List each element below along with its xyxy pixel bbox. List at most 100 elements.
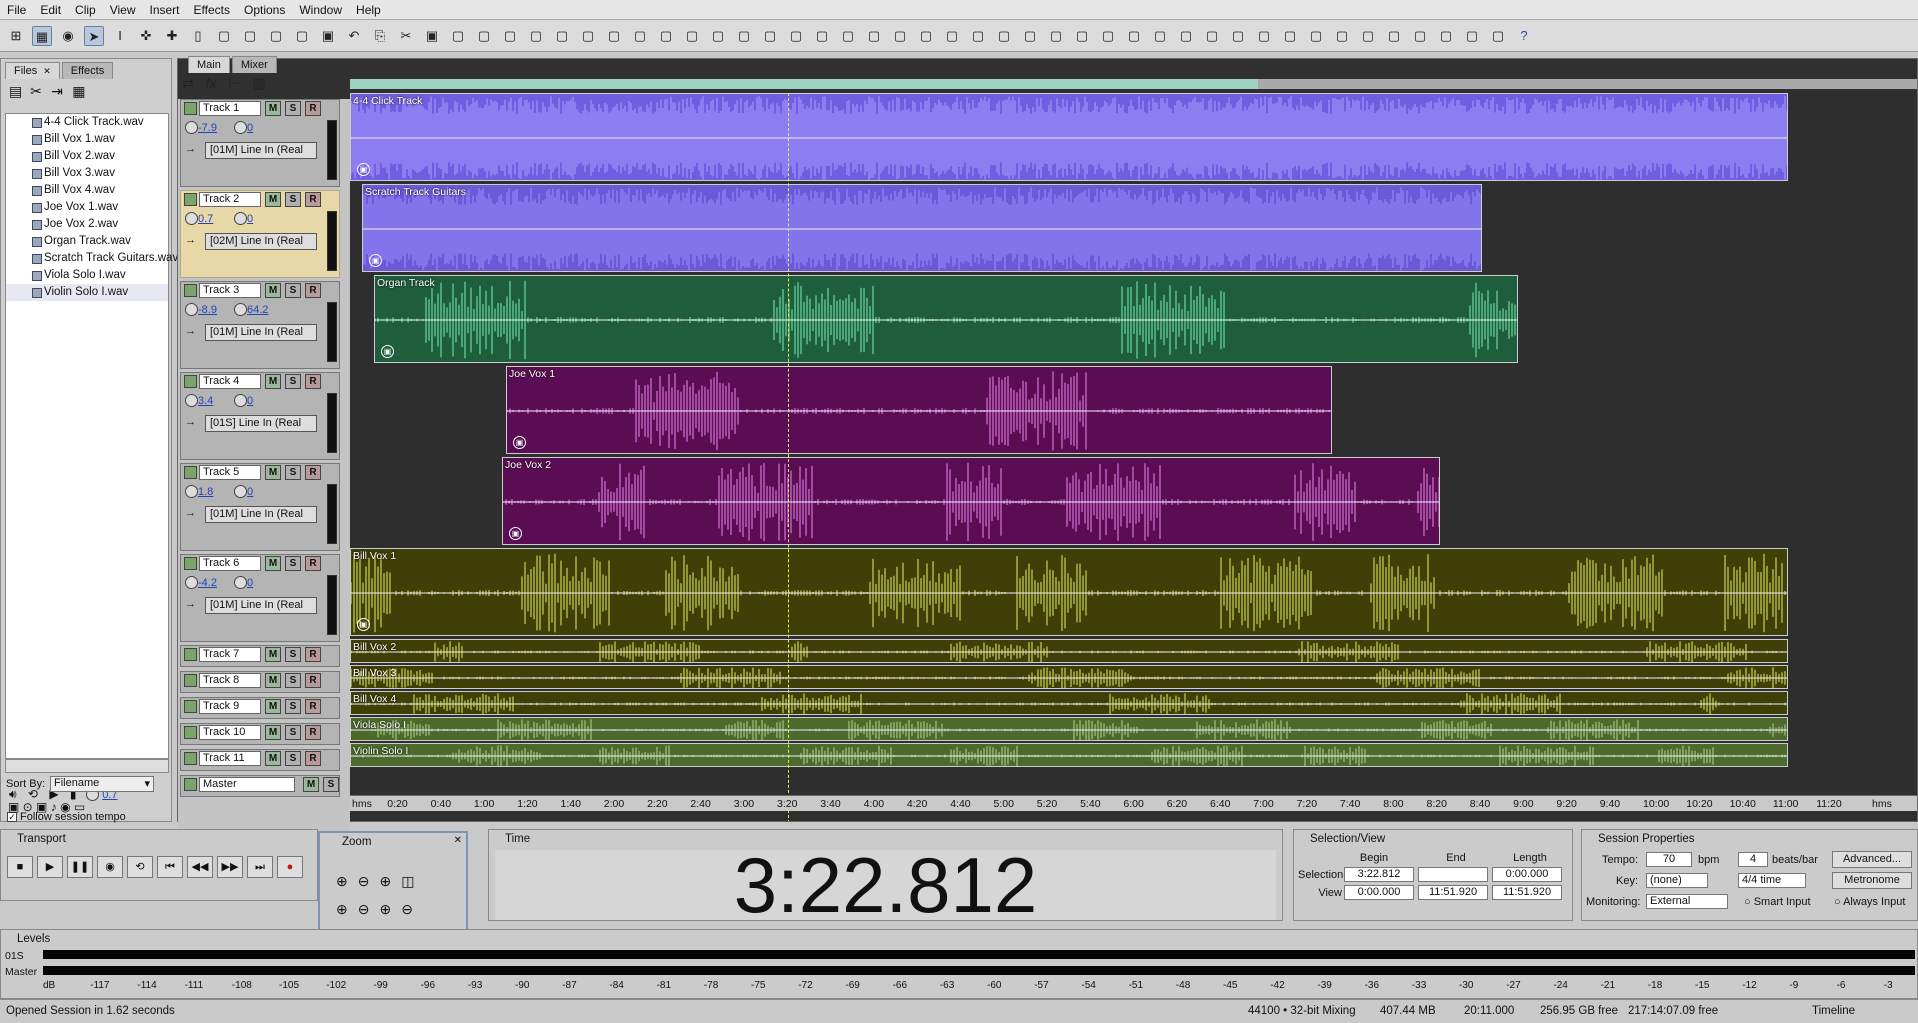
track-name-field[interactable]: Track 6 <box>199 556 261 571</box>
file-list-item[interactable]: Joe Vox 1.wav <box>6 199 168 216</box>
fast-forward-icon[interactable]: ▶▶ <box>217 856 243 878</box>
track-name-field[interactable]: Track 5 <box>199 465 261 480</box>
tab-mixer[interactable]: Mixer <box>231 56 277 73</box>
loop-icon[interactable]: ⟲ <box>127 856 153 878</box>
track-power-icon[interactable] <box>184 700 197 713</box>
pan-value[interactable]: 64.2 <box>247 304 283 316</box>
track-input-select[interactable]: [01M] Line In (Real <box>205 597 317 614</box>
view-end-field[interactable]: 11:51.920 <box>1418 885 1488 900</box>
file-list-item[interactable]: Joe Vox 2.wav <box>6 216 168 233</box>
zoom-buttons[interactable]: ⊕⊖⊕◫ ⊕⊖⊕⊖ <box>336 867 424 923</box>
toolbar-icon-7[interactable]: ▯ <box>188 26 208 46</box>
track-solo-button[interactable]: S <box>285 374 301 389</box>
pause-icon[interactable]: ❚❚ <box>67 856 93 878</box>
volume-value[interactable]: 3.4 <box>198 395 234 407</box>
view-begin-field[interactable]: 0:00.000 <box>1344 885 1414 900</box>
track-record-button[interactable]: R <box>305 192 321 207</box>
track-name-field[interactable]: Track 11 <box>199 751 261 766</box>
track-mute-button[interactable]: M <box>265 699 281 714</box>
tab-files[interactable]: Files ✕ <box>5 62 60 79</box>
track-name-field[interactable]: Track 2 <box>199 192 261 207</box>
playhead-cursor[interactable] <box>788 93 789 821</box>
toolbar-icon-9[interactable]: ▢ <box>240 26 260 46</box>
file-list-item[interactable]: 4-4 Click Track.wav <box>6 114 168 131</box>
pan-knob[interactable] <box>234 576 247 589</box>
file-list-item[interactable]: Bill Vox 2.wav <box>6 148 168 165</box>
toolbar-icon-30[interactable]: ▢ <box>786 26 806 46</box>
go-to-end-icon[interactable]: ⏭ <box>247 856 273 878</box>
audio-clip[interactable]: Joe Vox 2 ▣ <box>502 457 1440 545</box>
track-power-icon[interactable] <box>184 778 197 791</box>
track-power-icon[interactable] <box>184 102 197 115</box>
volume-value[interactable]: 1.8 <box>198 486 234 498</box>
view-length-field[interactable]: 11:51.920 <box>1492 885 1562 900</box>
track-solo-button[interactable]: S <box>285 192 301 207</box>
track-input-select[interactable]: [01S] Line In (Real <box>205 415 317 432</box>
track-power-icon[interactable] <box>184 557 197 570</box>
track-record-button[interactable]: R <box>305 101 321 116</box>
play-icon[interactable]: ▶ <box>37 856 63 878</box>
menu-item-effects[interactable]: Effects <box>187 0 237 20</box>
track-mute-button[interactable]: M <box>265 283 281 298</box>
menu-item-help[interactable]: Help <box>349 0 388 20</box>
tab-main[interactable]: Main <box>188 56 230 73</box>
toolbar-icon-24[interactable]: ▢ <box>630 26 650 46</box>
tempo-field[interactable]: 70 <box>1646 852 1692 867</box>
toolbar-icon-34[interactable]: ▢ <box>890 26 910 46</box>
toolbar-icon-26[interactable]: ▢ <box>682 26 702 46</box>
track-power-icon[interactable] <box>184 648 197 661</box>
toolbar-icon-39[interactable]: ▢ <box>1020 26 1040 46</box>
advanced-button[interactable]: Advanced... <box>1832 851 1912 868</box>
track-solo-button[interactable]: S <box>285 465 301 480</box>
effects-icon[interactable]: fx <box>206 75 217 91</box>
toolbar-icon-57[interactable]: ▢ <box>1488 26 1508 46</box>
beats-field[interactable]: 4 <box>1738 852 1768 867</box>
track-solo-button[interactable]: S <box>285 556 301 571</box>
track-record-button[interactable]: R <box>305 556 321 571</box>
lock-icon[interactable]: ▣ <box>509 527 522 540</box>
record-icon[interactable]: ● <box>277 856 303 878</box>
file-list-item[interactable]: Organ Track.wav <box>6 233 168 250</box>
track-power-icon[interactable] <box>184 752 197 765</box>
toolbar-icon-14[interactable]: ⎘ <box>370 26 390 46</box>
toolbar-icon-41[interactable]: ▢ <box>1072 26 1092 46</box>
pan-value[interactable]: 0 <box>247 486 283 498</box>
pan-knob[interactable] <box>234 485 247 498</box>
key-select[interactable]: (none) <box>1646 873 1708 888</box>
selection-begin-field[interactable]: 3:22.812 <box>1344 867 1414 882</box>
toolbar-icon-35[interactable]: ▢ <box>916 26 936 46</box>
volume-knob[interactable] <box>185 576 198 589</box>
file-list-item[interactable]: Scratch Track Guitars.wav <box>6 250 178 267</box>
eq-icon[interactable]: ▥ <box>253 75 266 91</box>
track-solo-button[interactable]: S <box>285 725 301 740</box>
file-list-item[interactable]: Bill Vox 1.wav <box>6 131 168 148</box>
track-solo-button[interactable]: S <box>285 673 301 688</box>
audio-clip[interactable]: Viola Solo I <box>350 717 1788 741</box>
toolbar-icon-25[interactable]: ▢ <box>656 26 676 46</box>
pan-knob[interactable] <box>234 394 247 407</box>
go-to-start-icon[interactable]: ⏮ <box>157 856 183 878</box>
track-input-select[interactable]: [01M] Line In (Real <box>205 324 317 341</box>
rewind-icon[interactable]: ◀◀ <box>187 856 213 878</box>
toolbar-icon-37[interactable]: ▢ <box>968 26 988 46</box>
track-mute-button[interactable]: M <box>265 374 281 389</box>
lock-icon[interactable]: ▣ <box>357 618 370 631</box>
audio-clip[interactable]: Bill Vox 3 <box>350 665 1788 689</box>
edit-file-icon[interactable]: ▦ <box>72 83 90 100</box>
status-view-mode[interactable]: Timeline <box>1812 1005 1855 1017</box>
toolbar-icon-13[interactable]: ↶ <box>344 26 364 46</box>
track-record-button[interactable]: R <box>305 751 321 766</box>
toolbar-icon-29[interactable]: ▢ <box>760 26 780 46</box>
pan-value[interactable]: 0 <box>247 395 283 407</box>
toolbar-icon-54[interactable]: ▢ <box>1410 26 1430 46</box>
pan-knob[interactable] <box>234 212 247 225</box>
toolbar-icon-5[interactable]: ✜ <box>136 26 156 46</box>
track-solo-button[interactable]: S <box>285 751 301 766</box>
volume-knob[interactable] <box>185 485 198 498</box>
overview-bar[interactable] <box>350 79 1917 89</box>
toolbar-icon-36[interactable]: ▢ <box>942 26 962 46</box>
lock-icon[interactable]: ▣ <box>513 436 526 449</box>
toolbar-icon-32[interactable]: ▢ <box>838 26 858 46</box>
toolbar-icon-53[interactable]: ▢ <box>1384 26 1404 46</box>
file-list-item[interactable]: Bill Vox 3.wav <box>6 165 168 182</box>
